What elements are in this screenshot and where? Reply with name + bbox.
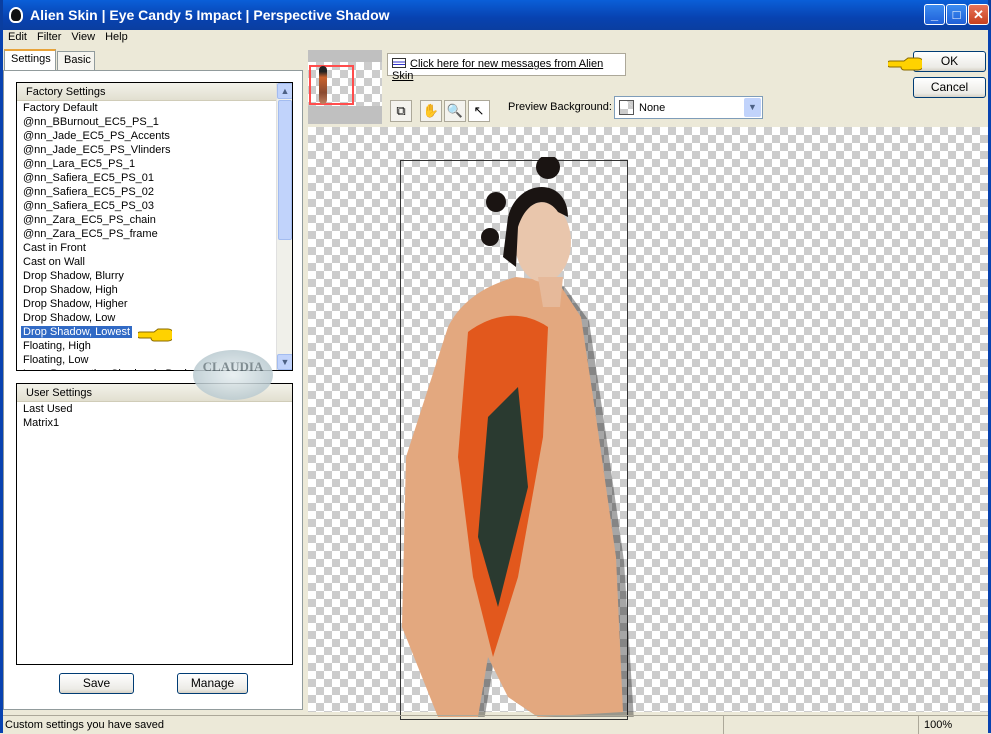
pointing-hand-icon <box>888 57 922 71</box>
title-bar: Alien Skin | Eye Candy 5 Impact | Perspe… <box>0 0 991 30</box>
minimize-button[interactable]: _ <box>924 4 945 25</box>
cancel-button[interactable]: Cancel <box>913 77 986 98</box>
factory-setting-label: @nn_Safiera_EC5_PS_02 <box>23 186 155 198</box>
menu-bar: Edit Filter View Help <box>3 30 988 46</box>
factory-setting-item[interactable]: @nn_Zara_EC5_PS_frame <box>17 227 292 241</box>
factory-setting-item[interactable]: Drop Shadow, Higher <box>17 297 292 311</box>
factory-setting-item[interactable]: @nn_Safiera_EC5_PS_03 <box>17 199 292 213</box>
tab-basic[interactable]: Basic <box>57 51 95 70</box>
status-text: Custom settings you have saved <box>5 719 164 731</box>
factory-setting-item[interactable]: Drop Shadow, Blurry <box>17 269 292 283</box>
factory-settings-header: Factory Settings <box>17 83 276 101</box>
scroll-thumb[interactable] <box>278 100 292 240</box>
close-button[interactable]: ✕ <box>968 4 989 25</box>
factory-setting-item[interactable]: Drop Shadow, Low <box>17 311 292 325</box>
preview-canvas[interactable] <box>308 127 988 720</box>
factory-setting-label: @nn_BBurnout_EC5_PS_1 <box>23 116 159 128</box>
factory-setting-item[interactable]: @nn_Jade_EC5_PS_Accents <box>17 129 292 143</box>
factory-setting-item[interactable]: @nn_Safiera_EC5_PS_01 <box>17 171 292 185</box>
compare-icon[interactable]: ⧉ <box>390 100 412 122</box>
preview-background-value: None <box>639 102 666 114</box>
factory-setting-item[interactable]: @nn_Zara_EC5_PS_chain <box>17 213 292 227</box>
alien-skin-logo-icon <box>9 7 23 23</box>
menu-filter[interactable]: Filter <box>32 30 66 44</box>
factory-setting-item[interactable]: Cast in Front <box>17 241 292 255</box>
pointing-hand-icon <box>138 328 172 342</box>
factory-setting-label: @nn_Safiera_EC5_PS_03 <box>23 200 155 212</box>
factory-setting-label: Floating, Low <box>23 354 89 366</box>
factory-setting-item[interactable]: @nn_BBurnout_EC5_PS_1 <box>17 115 292 129</box>
maximize-button[interactable]: □ <box>946 4 967 25</box>
factory-setting-label: @nn_Zara_EC5_PS_chain <box>23 214 156 226</box>
watermark-text: CLAUDIA <box>202 359 264 374</box>
tab-settings[interactable]: Settings <box>4 49 56 71</box>
factory-setting-label: @nn_Zara_EC5_PS_frame <box>23 228 158 240</box>
preview-background-select[interactable]: None ▼ <box>614 96 763 119</box>
status-bar: Custom settings you have saved 100% <box>3 715 988 734</box>
checker-swatch-icon <box>619 100 634 115</box>
factory-setting-label: @nn_Safiera_EC5_PS_01 <box>23 172 155 184</box>
factory-setting-item[interactable]: @nn_Safiera_EC5_PS_02 <box>17 185 292 199</box>
user-setting-item[interactable]: Matrix1 <box>17 416 292 430</box>
woman-photo <box>402 157 634 717</box>
factory-setting-label: Drop Shadow, Low <box>23 312 116 324</box>
factory-setting-label: Factory Default <box>23 102 98 114</box>
factory-setting-item[interactable]: @nn_Jade_EC5_PS_Vlinders <box>17 143 292 157</box>
zoom-level: 100% <box>924 719 953 731</box>
zoom-tool-icon[interactable]: 🔍 <box>444 100 466 122</box>
factory-setting-item[interactable]: Cast on Wall <box>17 255 292 269</box>
menu-edit[interactable]: Edit <box>3 30 32 44</box>
scroll-down-icon[interactable]: ▼ <box>277 354 292 370</box>
messages-link[interactable]: Click here for new messages from Alien S… <box>392 58 603 82</box>
navigator-view-frame[interactable] <box>309 65 354 105</box>
messages-box[interactable]: Click here for new messages from Alien S… <box>387 53 626 82</box>
menu-view[interactable]: View <box>66 30 100 44</box>
navigator-thumbnail[interactable] <box>308 50 382 124</box>
factory-setting-label: Cast in Front <box>23 242 86 254</box>
save-button[interactable]: Save <box>59 673 134 694</box>
factory-setting-item[interactable]: @nn_Lara_EC5_PS_1 <box>17 157 292 171</box>
factory-setting-label: Drop Shadow, High <box>23 284 118 296</box>
chevron-down-icon[interactable]: ▼ <box>744 98 761 117</box>
window-title: Alien Skin | Eye Candy 5 Impact | Perspe… <box>30 7 390 23</box>
factory-setting-label: Floating, High <box>23 340 91 352</box>
factory-setting-label: Cast on Wall <box>23 256 85 268</box>
ok-button[interactable]: OK <box>913 51 986 72</box>
factory-setting-label: Drop Shadow, Higher <box>23 298 128 310</box>
hand-tool-icon[interactable]: ✋ <box>420 100 442 122</box>
pointer-tool-icon[interactable]: ↖ <box>468 100 490 122</box>
factory-setting-label: @nn_Jade_EC5_PS_Accents <box>23 130 170 142</box>
user-settings-list[interactable]: User Settings Last Used Matrix1 <box>16 383 293 665</box>
factory-setting-label: Drop Shadow, Lowest <box>21 326 133 338</box>
message-icon <box>392 58 406 68</box>
thumbnail-image <box>319 66 327 104</box>
factory-setting-label: @nn_Jade_EC5_PS_Vlinders <box>23 144 171 156</box>
scroll-up-icon[interactable]: ▲ <box>277 83 292 99</box>
factory-setting-label: Drop Shadow, Blurry <box>23 270 124 282</box>
manage-button[interactable]: Manage <box>177 673 248 694</box>
user-setting-item[interactable]: Last Used <box>17 402 292 416</box>
factory-list-scrollbar[interactable]: ▲ ▼ <box>276 83 292 370</box>
preview-background-label: Preview Background: <box>508 101 612 113</box>
menu-help[interactable]: Help <box>100 30 133 44</box>
factory-setting-item[interactable]: Drop Shadow, High <box>17 283 292 297</box>
factory-setting-label: Long Perspective Shadow in Back <box>23 368 190 370</box>
factory-setting-item[interactable]: Factory Default <box>17 101 292 115</box>
factory-setting-label: @nn_Lara_EC5_PS_1 <box>23 158 136 170</box>
claudia-watermark: CLAUDIA <box>193 350 273 400</box>
